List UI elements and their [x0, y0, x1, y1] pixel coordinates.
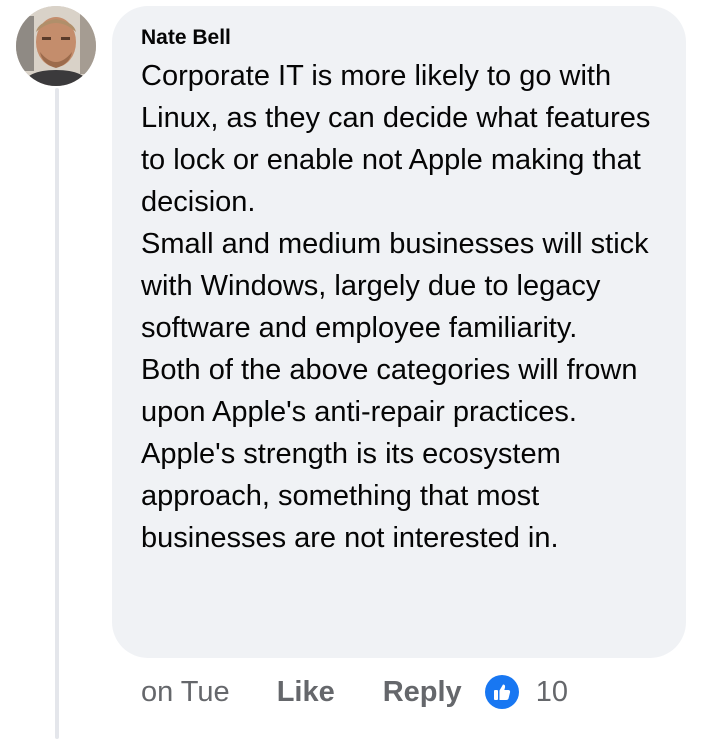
comment-author-name[interactable]: Nate Bell	[141, 23, 231, 53]
thumbs-up-icon	[484, 675, 519, 709]
reaction-summary[interactable]: 10	[484, 675, 568, 709]
profile-photo	[16, 6, 96, 86]
comment-timestamp[interactable]: on Tue	[141, 676, 230, 709]
comment-paragraph: Both of the above categories will frown …	[141, 354, 638, 428]
comment-paragraph: Corporate IT is more likely to go with L…	[141, 60, 651, 218]
comment-paragraph: Apple's strength is its ecosystem approa…	[141, 438, 561, 554]
reply-button[interactable]: Reply	[383, 676, 462, 709]
reaction-count: 10	[535, 675, 568, 708]
like-button[interactable]: Like	[277, 676, 335, 709]
comment-paragraph: Small and medium businesses will stick w…	[141, 228, 649, 344]
comment-body: Corporate IT is more likely to go with L…	[141, 55, 676, 559]
avatar[interactable]	[16, 6, 96, 86]
reply-thread-line	[55, 88, 59, 739]
comment-actions: on Tue Like Reply 10	[141, 671, 568, 713]
